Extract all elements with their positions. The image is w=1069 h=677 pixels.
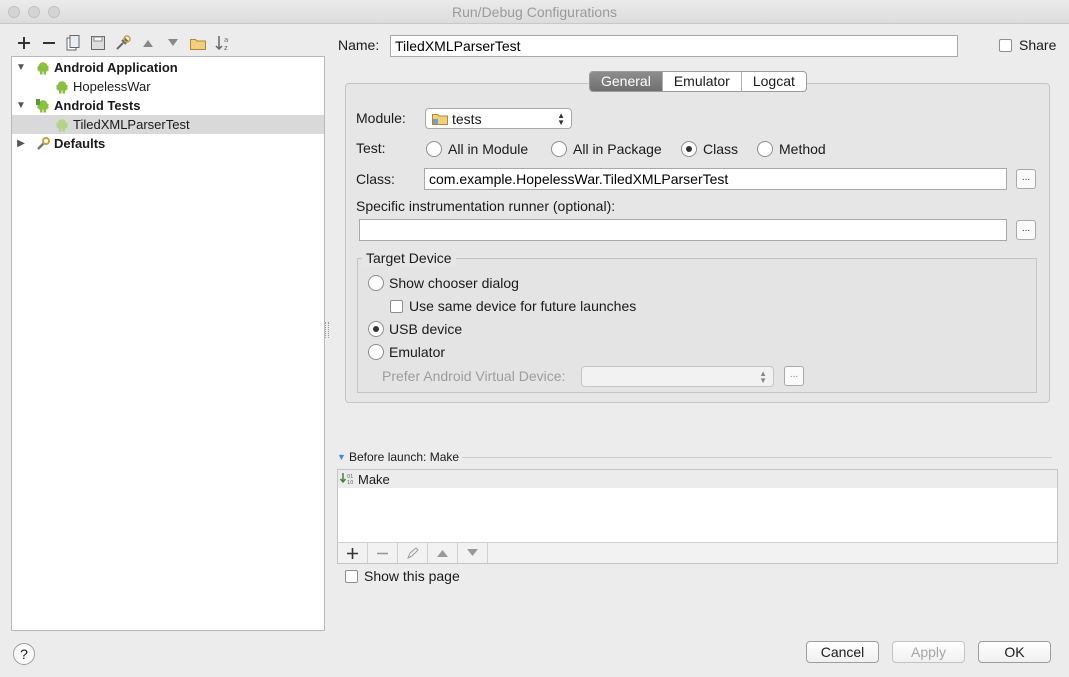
share-label: Share: [1019, 37, 1057, 53]
tree-item-tiledxmlparsertest[interactable]: TiledXMLParserTest: [12, 115, 324, 134]
test-label: Test:: [356, 140, 386, 156]
prefer-avd-select[interactable]: ▲ ▼: [581, 366, 774, 387]
splitter-handle[interactable]: [325, 322, 329, 338]
radio-class-label: Class: [703, 141, 739, 157]
radio-show-chooser-label: Show chooser dialog: [389, 275, 519, 291]
tree-item-label: HopelessWar: [73, 79, 151, 94]
help-button[interactable]: ?: [13, 643, 35, 665]
remove-task-icon[interactable]: [368, 543, 398, 563]
save-icon[interactable]: [89, 34, 107, 52]
prefer-avd-label: Prefer Android Virtual Device:: [382, 368, 566, 384]
target-device-title: Target Device: [362, 250, 456, 266]
select-arrows-icon: ▲ ▼: [557, 110, 565, 127]
tree-item-android-application[interactable]: ▼ Android Application: [12, 58, 324, 77]
tab-bar: General Emulator Logcat: [589, 71, 807, 92]
show-page-label: Show this page: [364, 568, 460, 584]
name-field[interactable]: [390, 35, 958, 57]
edit-task-icon[interactable]: [398, 543, 428, 563]
tree-item-defaults[interactable]: ▶ Defaults: [12, 134, 324, 153]
android-icon: [37, 61, 49, 74]
same-device-label: Use same device for future launches: [409, 298, 637, 314]
expand-toggle-icon[interactable]: ▼: [16, 100, 26, 111]
window-title: Run/Debug Configurations: [452, 4, 617, 20]
radio-emulator[interactable]: [368, 344, 384, 360]
svg-text:10: 10: [347, 480, 353, 486]
edit-defaults-icon[interactable]: [114, 34, 132, 52]
radio-all-in-package-label: All in Package: [573, 141, 662, 157]
tab-logcat[interactable]: Logcat: [742, 72, 806, 91]
list-item-label: Make: [358, 471, 390, 487]
add-icon[interactable]: [15, 34, 33, 52]
android-icon: [56, 80, 68, 93]
radio-show-chooser[interactable]: [368, 275, 384, 291]
tab-general[interactable]: General: [590, 72, 663, 91]
class-browse-button[interactable]: ...: [1016, 169, 1036, 189]
make-icon: 0110: [340, 473, 353, 486]
expand-toggle-icon[interactable]: ▶: [16, 138, 26, 149]
android-test-icon: [36, 98, 49, 112]
radio-method[interactable]: [757, 141, 773, 157]
tab-emulator[interactable]: Emulator: [663, 72, 742, 91]
folder-icon[interactable]: [189, 34, 207, 52]
radio-all-in-module-label: All in Module: [448, 141, 529, 157]
radio-all-in-module[interactable]: [426, 141, 442, 157]
copy-icon[interactable]: [64, 34, 82, 52]
radio-method-label: Method: [779, 141, 826, 157]
cancel-button[interactable]: Cancel: [806, 641, 879, 663]
remove-icon[interactable]: [40, 34, 58, 52]
tree-item-label: Defaults: [54, 136, 106, 151]
wrench-icon: [37, 136, 50, 150]
apply-button[interactable]: Apply: [892, 641, 965, 663]
module-select[interactable]: tests ▲ ▼: [425, 108, 572, 129]
class-label: Class:: [356, 171, 395, 187]
move-down-icon[interactable]: [164, 34, 182, 52]
module-label: Module:: [356, 110, 406, 126]
android-test-icon: [56, 118, 68, 131]
module-folder-icon: [432, 114, 448, 125]
radio-usb-device-label: USB device: [389, 321, 463, 337]
add-task-icon[interactable]: [338, 543, 368, 563]
expand-toggle-icon[interactable]: ▼: [16, 62, 26, 73]
sort-icon[interactable]: az: [214, 34, 232, 52]
runner-field[interactable]: [359, 219, 1007, 241]
collapse-triangle-icon[interactable]: ▼: [337, 452, 346, 462]
tree-item-android-tests[interactable]: ▼ Android Tests: [12, 96, 324, 115]
name-label: Name:: [338, 37, 380, 53]
tree-item-hopelesswar[interactable]: HopelessWar: [12, 77, 324, 96]
same-device-checkbox[interactable]: [390, 300, 403, 313]
radio-usb-device[interactable]: [368, 321, 384, 337]
class-field[interactable]: [424, 168, 1007, 190]
select-arrows-icon: ▲ ▼: [759, 368, 767, 385]
module-value: tests: [452, 110, 482, 127]
svg-text:a: a: [224, 36, 228, 44]
configurations-tree[interactable]: ▼ Android Application HopelessWar ▼ Andr…: [11, 56, 325, 631]
tree-item-label: Android Application: [54, 60, 178, 75]
before-launch-title: Before launch: Make: [349, 450, 460, 464]
tree-item-label: Android Tests: [54, 98, 141, 113]
share-checkbox[interactable]: [999, 39, 1012, 52]
move-task-up-icon[interactable]: [428, 543, 458, 563]
radio-emulator-label: Emulator: [389, 344, 446, 360]
prefer-avd-browse-button[interactable]: ...: [784, 366, 804, 386]
radio-class[interactable]: [681, 141, 697, 157]
svg-text:z: z: [224, 44, 228, 51]
before-launch-toolbar: [338, 542, 1057, 563]
show-page-checkbox[interactable]: [345, 570, 358, 583]
radio-all-in-package[interactable]: [551, 141, 567, 157]
tree-item-label: TiledXMLParserTest: [73, 117, 190, 132]
runner-label: Specific instrumentation runner (optiona…: [356, 198, 616, 214]
move-up-icon[interactable]: [139, 34, 157, 52]
list-item[interactable]: 01 10 Make: [338, 470, 1057, 488]
ok-button[interactable]: OK: [978, 641, 1051, 663]
runner-browse-button[interactable]: ...: [1016, 220, 1036, 240]
move-task-down-icon[interactable]: [458, 543, 488, 563]
before-launch-divider: [462, 457, 1052, 458]
